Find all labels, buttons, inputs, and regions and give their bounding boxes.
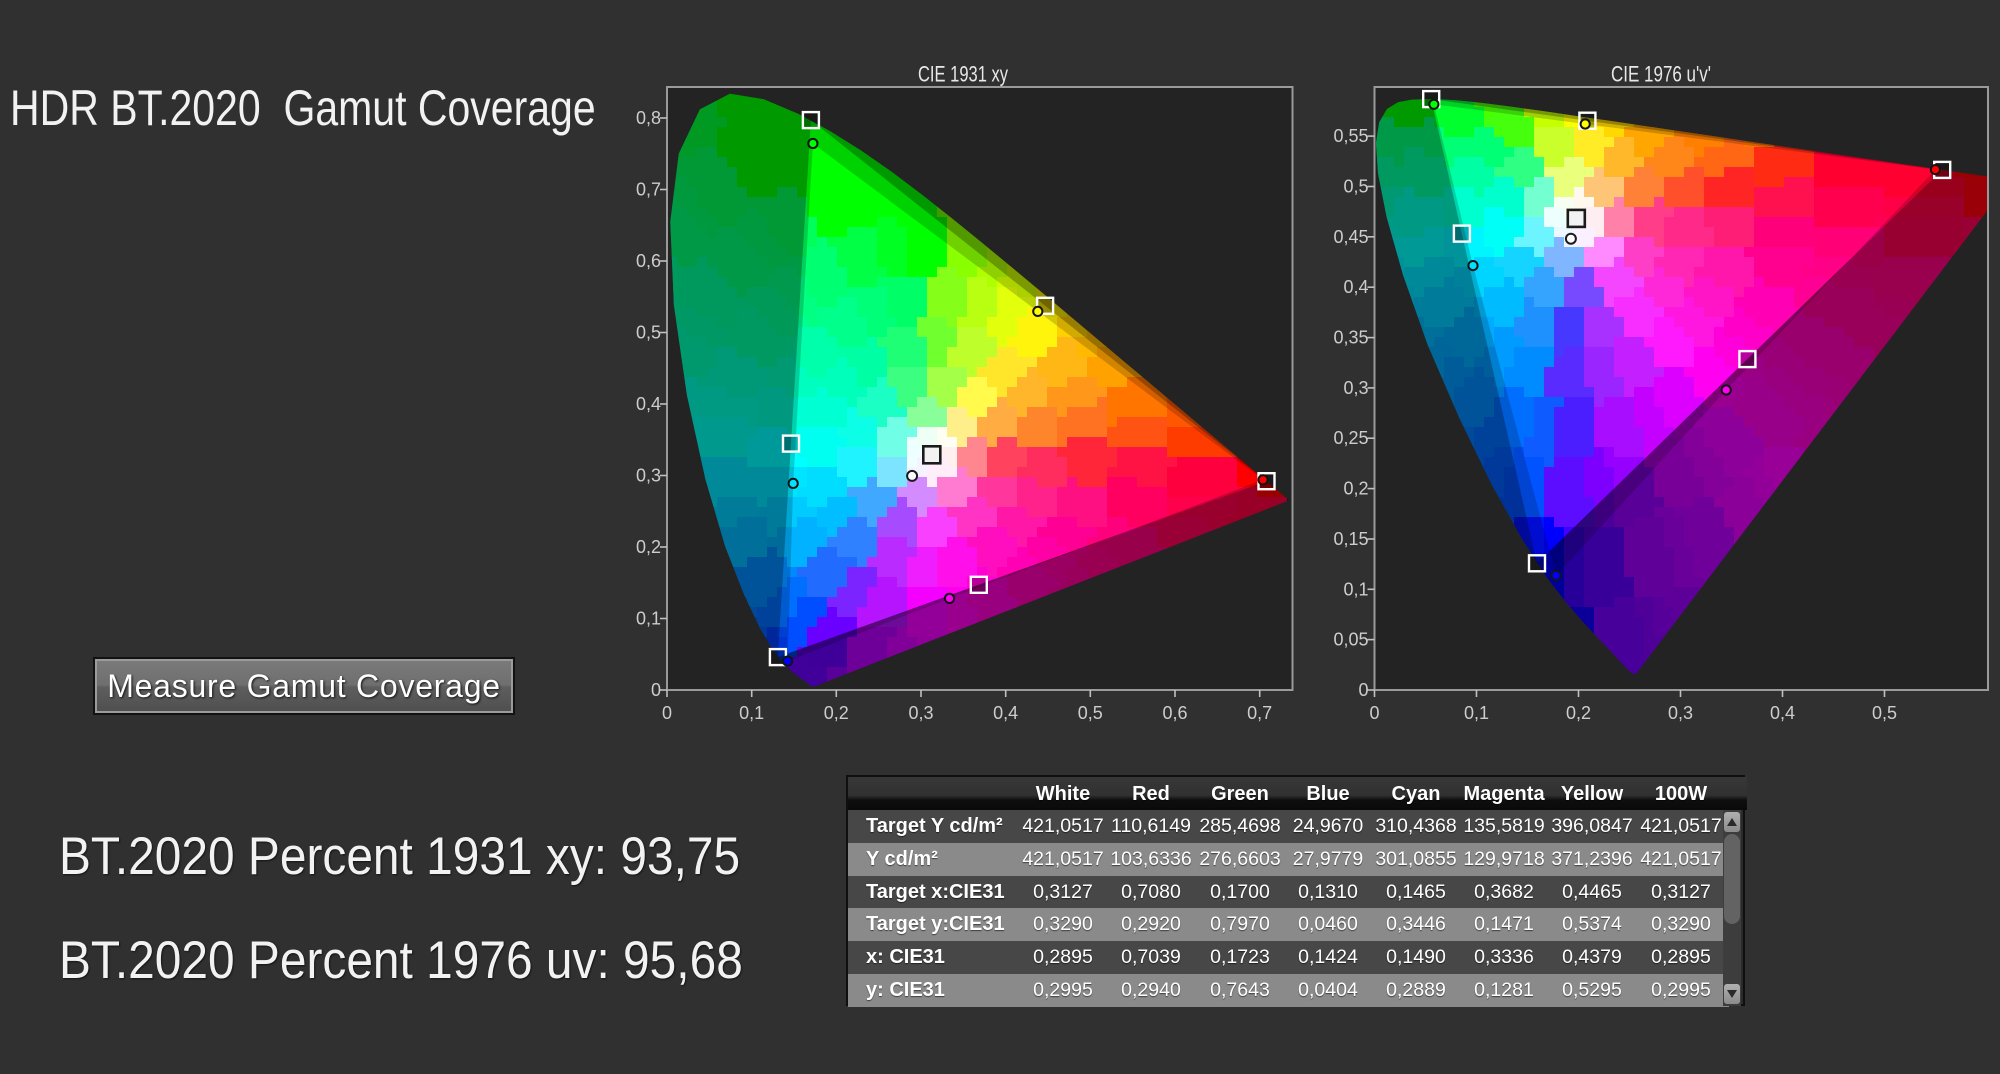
svg-text:0,45: 0,45 [1333,227,1368,247]
svg-text:0,4: 0,4 [1343,277,1368,297]
svg-text:0,1: 0,1 [739,703,764,723]
svg-text:0,4: 0,4 [993,703,1018,723]
svg-text:0,3: 0,3 [908,703,933,723]
svg-text:0,55: 0,55 [1333,126,1368,146]
svg-text:0,1: 0,1 [1464,703,1489,723]
svg-text:0,5: 0,5 [1872,703,1897,723]
svg-text:0,2: 0,2 [636,537,661,557]
svg-text:0: 0 [1358,680,1368,700]
svg-text:0,2: 0,2 [824,703,849,723]
svg-text:0,05: 0,05 [1333,630,1368,650]
svg-text:0,5: 0,5 [1078,703,1103,723]
svg-text:0,6: 0,6 [1162,703,1187,723]
svg-text:0,4: 0,4 [1770,703,1795,723]
svg-text:0,3: 0,3 [1343,378,1368,398]
svg-text:0,6: 0,6 [636,251,661,271]
svg-text:CIE 1976 u'v': CIE 1976 u'v' [1611,62,1711,87]
svg-text:0,8: 0,8 [636,108,661,128]
svg-text:0: 0 [651,680,661,700]
svg-text:0,1: 0,1 [636,609,661,629]
svg-text:0,3: 0,3 [636,466,661,486]
svg-text:0,35: 0,35 [1333,328,1368,348]
svg-text:0,7: 0,7 [636,180,661,200]
svg-text:0,2: 0,2 [1343,479,1368,499]
svg-text:0,5: 0,5 [636,323,661,343]
svg-text:0,4: 0,4 [636,394,661,414]
svg-text:0,2: 0,2 [1566,703,1591,723]
svg-text:CIE 1931 xy: CIE 1931 xy [918,62,1008,87]
svg-text:0,1: 0,1 [1343,579,1368,599]
svg-text:0,25: 0,25 [1333,428,1368,448]
svg-text:0: 0 [1369,703,1379,723]
svg-text:0,3: 0,3 [1668,703,1693,723]
svg-text:0: 0 [662,703,672,723]
svg-text:0,5: 0,5 [1343,177,1368,197]
svg-text:0,7: 0,7 [1247,703,1272,723]
svg-text:0,15: 0,15 [1333,529,1368,549]
